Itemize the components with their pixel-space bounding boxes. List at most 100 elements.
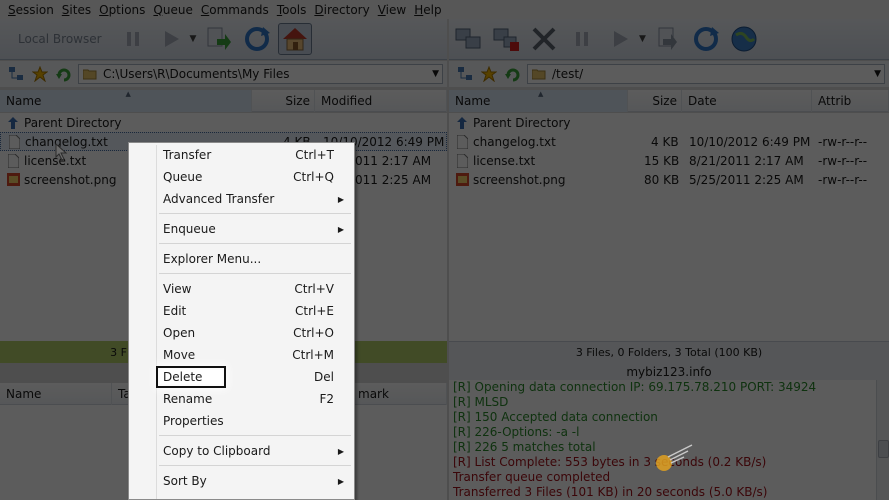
menu-item-explorer-menu[interactable]: Explorer Menu...: [129, 248, 354, 270]
menu-item-advanced-transfer[interactable]: Advanced Transfer ▶: [129, 188, 354, 210]
menu-sites[interactable]: Sites: [58, 3, 95, 17]
log-line: Transferred 3 Files (101 KB) in 20 secon…: [453, 485, 768, 499]
transfer-files-icon[interactable]: [202, 23, 236, 55]
log-line: [R] 150 Accepted data connection: [453, 410, 658, 424]
file-attrib: -rw-r--r--: [818, 172, 868, 187]
close-icon[interactable]: [527, 23, 561, 55]
pause-icon[interactable]: [116, 23, 150, 55]
local-toolbar: Local Browser ▼: [0, 19, 447, 60]
column-attrib[interactable]: Attrib: [812, 89, 889, 112]
file-attrib: -rw-r--r--: [818, 153, 868, 168]
folder-icon: [83, 69, 97, 80]
remote-path-text: /test/: [552, 67, 584, 81]
up-folder-icon[interactable]: [503, 65, 523, 83]
file-modified: 011 2:17 AM: [355, 153, 432, 168]
menu-item-enqueue[interactable]: Enqueue ▶: [129, 218, 354, 240]
file-attrib: -rw-r--r--: [818, 134, 868, 149]
file-size: 4 KB: [651, 134, 679, 149]
menu-commands[interactable]: Commands: [197, 3, 273, 17]
play-icon[interactable]: [154, 23, 188, 55]
menu-separator: [159, 465, 351, 466]
remote-toolbar: ▼: [449, 19, 889, 60]
refresh-icon[interactable]: [240, 23, 274, 55]
local-browser-button[interactable]: Local Browser: [0, 32, 114, 46]
disconnect-icon[interactable]: [489, 23, 523, 55]
menu-item-view[interactable]: View Ctrl+V: [129, 278, 354, 300]
scrollbar-thumb[interactable]: [878, 440, 889, 458]
text-file-icon: [7, 134, 21, 149]
remote-path-bar: /test/ ▼: [449, 61, 889, 87]
pause-icon[interactable]: [565, 23, 599, 55]
list-item[interactable]: Parent Directory: [0, 113, 447, 132]
menu-help[interactable]: Help: [410, 3, 445, 17]
parent-directory-icon: [455, 116, 469, 130]
remote-list-header: ▲ Name Size Date Attrib: [449, 89, 889, 112]
chevron-down-icon[interactable]: ▼: [874, 69, 881, 79]
column-name[interactable]: Name: [0, 382, 112, 405]
local-path-bar: C:\Users\R\Documents\My Files ▼: [0, 61, 447, 87]
log-line: [R] MLSD: [453, 395, 509, 409]
menu-tools[interactable]: Tools: [273, 3, 311, 17]
text-file-icon: [6, 153, 20, 168]
menu-item-delete[interactable]: Delete Del: [129, 366, 354, 388]
menu-item-copy-to-clipboard[interactable]: Copy to Clipboard ▶: [129, 440, 354, 462]
menu-view[interactable]: View: [374, 3, 410, 17]
chevron-down-icon[interactable]: ▼: [432, 69, 439, 79]
menu-item-properties[interactable]: Properties: [129, 410, 354, 432]
menu-item-transfer[interactable]: Transfer Ctrl+T: [129, 144, 354, 166]
globe-icon[interactable]: [727, 23, 761, 55]
tree-view-icon[interactable]: [6, 65, 26, 83]
menu-item-queue[interactable]: Queue Ctrl+Q: [129, 166, 354, 188]
home-icon[interactable]: [277, 23, 312, 55]
menu-separator: [159, 213, 351, 214]
list-item[interactable]: screenshot.png 80 KB 5/25/2011 2:25 AM -…: [449, 170, 889, 189]
submenu-arrow-icon: ▶: [337, 446, 344, 456]
menu-separator: [159, 273, 351, 274]
column-size[interactable]: Size: [628, 89, 682, 112]
list-item[interactable]: changelog.txt 4 KB 10/10/2012 6:49 PM -r…: [449, 132, 889, 151]
refresh-icon[interactable]: [689, 23, 723, 55]
play-icon[interactable]: [603, 23, 637, 55]
local-path-text: C:\Users\R\Documents\My Files: [103, 67, 290, 81]
menu-separator: [159, 243, 351, 244]
column-name[interactable]: ▲ Name: [0, 89, 252, 112]
chevron-down-icon[interactable]: ▼: [639, 34, 649, 44]
menu-item-move[interactable]: Move Ctrl+M: [129, 344, 354, 366]
transfer-files-icon[interactable]: [651, 23, 685, 55]
menu-separator: [159, 435, 351, 436]
up-folder-icon[interactable]: [54, 65, 74, 83]
file-size: 15 KB: [644, 153, 680, 168]
column-date[interactable]: Date: [682, 89, 812, 112]
local-path-input[interactable]: C:\Users\R\Documents\My Files ▼: [78, 64, 443, 84]
list-item[interactable]: license.txt 15 KB 8/21/2011 2:17 AM -rw-…: [449, 151, 889, 170]
column-name[interactable]: ▲ Name: [449, 89, 628, 112]
remote-file-list: Parent Directory changelog.txt 4 KB 10/1…: [449, 113, 889, 341]
file-modified: 011 2:25 AM: [355, 172, 432, 187]
image-file-icon: [6, 173, 20, 187]
chevron-down-icon[interactable]: ▼: [190, 34, 200, 44]
file-date: 5/25/2011 2:25 AM: [689, 172, 804, 187]
menu-queue[interactable]: Queue: [149, 3, 196, 17]
menu-session[interactable]: Session: [4, 3, 58, 17]
star-icon[interactable]: [30, 65, 50, 83]
local-list-header: ▲ Name Size Modified: [0, 89, 447, 112]
column-modified[interactable]: Modified: [315, 89, 447, 112]
parent-directory-icon: [6, 116, 20, 130]
menu-options[interactable]: Options: [95, 3, 149, 17]
tree-view-icon[interactable]: [455, 65, 475, 83]
connect-icon[interactable]: [451, 23, 485, 55]
menu-item-rename[interactable]: Rename F2: [129, 388, 354, 410]
text-file-icon: [455, 153, 469, 168]
column-size[interactable]: Size: [252, 89, 315, 112]
log-scrollbar[interactable]: [876, 380, 889, 500]
menu-item-sort-by[interactable]: Sort By ▶: [129, 470, 354, 492]
menu-directory[interactable]: Directory: [310, 3, 373, 17]
menu-item-edit[interactable]: Edit Ctrl+E: [129, 300, 354, 322]
column-remark[interactable]: mark: [352, 382, 447, 405]
menu-item-open[interactable]: Open Ctrl+O: [129, 322, 354, 344]
list-item[interactable]: Parent Directory: [449, 113, 889, 132]
star-icon[interactable]: [479, 65, 499, 83]
remote-path-input[interactable]: /test/ ▼: [527, 64, 885, 84]
submenu-arrow-icon: ▶: [337, 224, 344, 234]
file-size: 80 KB: [644, 172, 680, 187]
